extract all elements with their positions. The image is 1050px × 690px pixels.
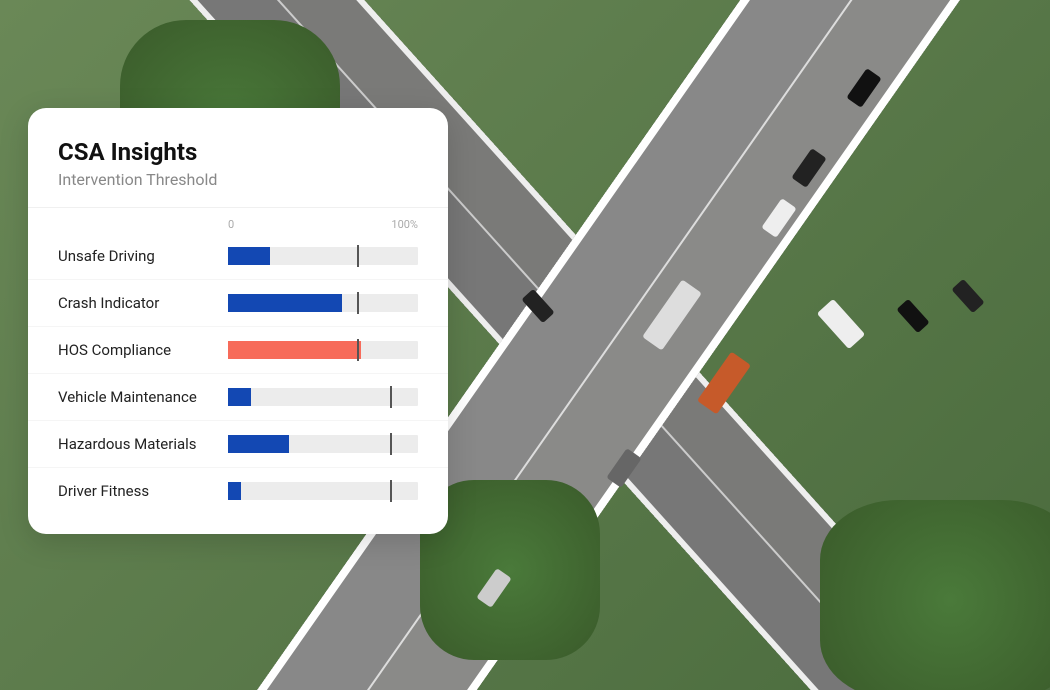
metric-row: Hazardous Materials: [28, 421, 448, 468]
threshold-mark: [357, 339, 359, 361]
scale-max: 100%: [391, 218, 418, 231]
metric-bar-fill: [228, 388, 251, 406]
threshold-mark: [390, 480, 392, 502]
metric-row: Vehicle Maintenance: [28, 374, 448, 421]
metric-row: Crash Indicator: [28, 280, 448, 327]
metric-label: Crash Indicator: [58, 294, 228, 312]
metric-bar: [228, 482, 418, 500]
scale-row: 0 100%: [28, 208, 448, 233]
metric-bar: [228, 435, 418, 453]
metric-bar-fill: [228, 435, 289, 453]
metric-label: Driver Fitness: [58, 482, 228, 500]
metric-label: Vehicle Maintenance: [58, 388, 228, 406]
metric-bar: [228, 294, 418, 312]
metric-label: HOS Compliance: [58, 341, 228, 359]
metric-bar: [228, 341, 418, 359]
metric-label: Hazardous Materials: [58, 435, 228, 453]
threshold-mark: [357, 292, 359, 314]
threshold-mark: [357, 245, 359, 267]
card-header: CSA Insights Intervention Threshold: [28, 138, 448, 208]
metric-label: Unsafe Driving: [58, 247, 228, 265]
metric-bar-fill: [228, 294, 342, 312]
metric-bar-fill: [228, 482, 241, 500]
metric-bar-fill: [228, 341, 361, 359]
metric-bar: [228, 247, 418, 265]
scale-min: 0: [228, 218, 234, 231]
card-subtitle: Intervention Threshold: [58, 170, 418, 189]
threshold-mark: [390, 433, 392, 455]
metric-bar: [228, 388, 418, 406]
metric-bar-fill: [228, 247, 270, 265]
csa-insights-card: CSA Insights Intervention Threshold 0 10…: [28, 108, 448, 534]
metric-row: Unsafe Driving: [28, 233, 448, 280]
card-title: CSA Insights: [58, 138, 418, 166]
metrics-list: Unsafe Driving Crash Indicator HOS Complia…: [28, 233, 448, 514]
metric-row: Driver Fitness: [28, 468, 448, 514]
metric-row: HOS Compliance: [28, 327, 448, 374]
threshold-mark: [390, 386, 392, 408]
